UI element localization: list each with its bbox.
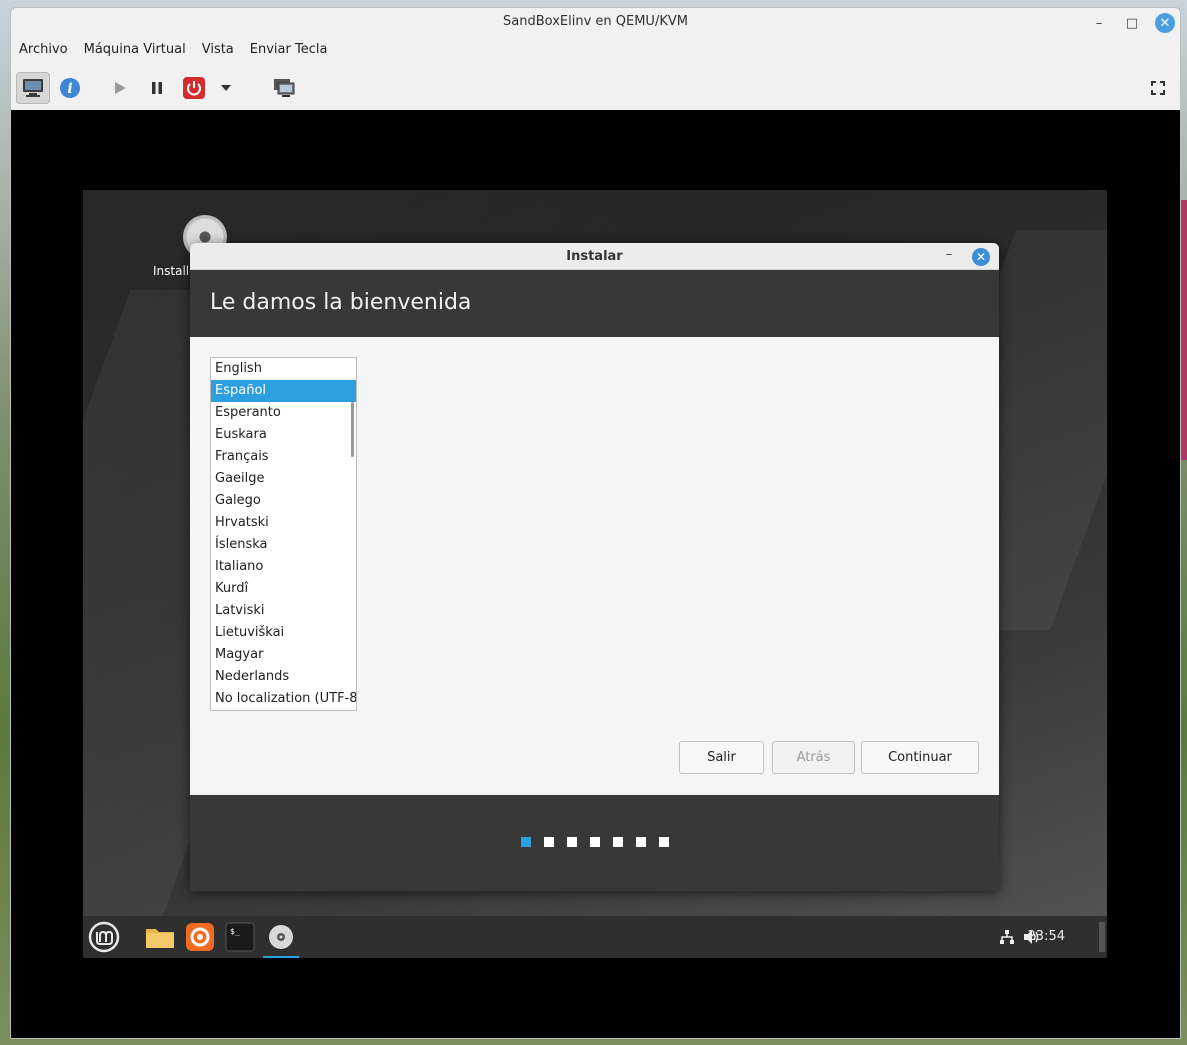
menu-maquina-virtual[interactable]: Máquina Virtual xyxy=(76,39,194,63)
list-item[interactable]: Galego xyxy=(211,490,356,512)
console-icon xyxy=(23,79,43,97)
details-button[interactable]: i xyxy=(53,72,87,104)
step-dot xyxy=(636,837,646,847)
guest-taskbar: $_ 23:54 xyxy=(83,916,1107,958)
pause-button[interactable] xyxy=(140,72,174,104)
window-title: SandBoxElinv en QEMU/KVM xyxy=(503,14,688,29)
step-dot xyxy=(659,837,669,847)
installer-title: Instalar xyxy=(566,249,623,264)
play-icon xyxy=(115,82,126,94)
show-desktop-button[interactable] xyxy=(1099,922,1105,952)
step-dot xyxy=(544,837,554,847)
shutdown-dropdown-button[interactable] xyxy=(215,72,237,104)
step-indicator xyxy=(521,837,669,847)
installer-dialog: Instalar – ✕ Le damos la bienvenida Engl… xyxy=(190,243,999,891)
guest-desktop[interactable]: Install Instalar – ✕ Le damos la bienven… xyxy=(83,190,1107,958)
list-item[interactable]: No localization (UTF-8) xyxy=(211,688,356,710)
menu-enviar-tecla[interactable]: Enviar Tecla xyxy=(242,39,336,63)
list-item[interactable]: Kurdî xyxy=(211,578,356,600)
list-item[interactable]: Italiano xyxy=(211,556,356,578)
step-dot-active xyxy=(521,837,531,847)
terminal-launcher[interactable]: $_ xyxy=(223,920,257,954)
firefox-icon xyxy=(186,923,214,951)
guest-display[interactable]: Install Instalar – ✕ Le damos la bienven… xyxy=(11,110,1180,1038)
list-item[interactable]: Nederlands xyxy=(211,666,356,688)
window-titlebar[interactable]: SandBoxElinv en QEMU/KVM – □ ✕ xyxy=(11,8,1180,38)
console-button[interactable] xyxy=(16,72,50,104)
minimize-icon[interactable]: – xyxy=(1088,12,1110,34)
back-button[interactable]: Atrás xyxy=(772,741,855,774)
list-item[interactable]: Français xyxy=(211,446,356,468)
menubar: Archivo Máquina Virtual Vista Enviar Tec… xyxy=(11,39,1180,63)
folder-icon xyxy=(146,929,174,948)
installer-header: Le damos la bienvenida xyxy=(190,270,999,337)
clock[interactable]: 23:54 xyxy=(1028,929,1065,944)
snapshot-icon xyxy=(274,79,295,97)
list-item[interactable]: Esperanto xyxy=(211,402,356,424)
pause-icon xyxy=(152,82,162,94)
toolbar: i xyxy=(11,68,1180,108)
close-icon[interactable]: ✕ xyxy=(972,248,990,266)
mint-logo-icon xyxy=(88,921,120,953)
list-item[interactable]: Gaeilge xyxy=(211,468,356,490)
installer-footer xyxy=(190,795,999,891)
disc-icon xyxy=(269,925,293,949)
close-icon[interactable]: ✕ xyxy=(1155,13,1175,33)
page-title: Le damos la bienvenida xyxy=(210,290,472,315)
step-dot xyxy=(590,837,600,847)
menu-archivo[interactable]: Archivo xyxy=(11,39,76,63)
fullscreen-button[interactable] xyxy=(1141,72,1175,104)
virt-manager-window: SandBoxElinv en QEMU/KVM – □ ✕ Archivo M… xyxy=(10,7,1181,1039)
run-button[interactable] xyxy=(103,72,137,104)
list-item[interactable]: Lietuviškai xyxy=(211,622,356,644)
maximize-icon[interactable]: □ xyxy=(1121,12,1143,34)
mint-menu-button[interactable] xyxy=(87,920,121,954)
quit-button[interactable]: Salir xyxy=(679,741,764,774)
list-item[interactable]: Euskara xyxy=(211,424,356,446)
menu-vista[interactable]: Vista xyxy=(194,39,242,63)
desktop-icon-label[interactable]: Install xyxy=(153,264,189,278)
step-dot xyxy=(567,837,577,847)
continue-button[interactable]: Continuar xyxy=(861,741,979,774)
list-item[interactable]: Hrvatski xyxy=(211,512,356,534)
list-item[interactable]: English xyxy=(211,358,356,380)
installer-titlebar[interactable]: Instalar – ✕ xyxy=(190,243,999,270)
list-item[interactable]: Magyar xyxy=(211,644,356,666)
shutdown-button[interactable] xyxy=(177,72,211,104)
list-item[interactable]: Íslenska xyxy=(211,534,356,556)
minimize-icon[interactable]: – xyxy=(939,247,959,267)
power-icon xyxy=(183,77,205,99)
fullscreen-icon xyxy=(1151,81,1165,95)
list-scrollbar[interactable] xyxy=(351,402,354,457)
files-launcher[interactable] xyxy=(143,920,177,954)
list-item[interactable]: Latviski xyxy=(211,600,356,622)
network-icon[interactable] xyxy=(999,929,1015,945)
snapshots-button[interactable] xyxy=(267,72,301,104)
installer-taskbar-button[interactable] xyxy=(263,920,299,958)
svg-text:$_: $_ xyxy=(230,927,240,936)
svg-text:i: i xyxy=(67,81,72,97)
info-icon: i xyxy=(60,78,80,98)
firefox-launcher[interactable] xyxy=(183,920,217,954)
language-list[interactable]: English Español Esperanto Euskara França… xyxy=(210,357,357,711)
list-item-selected[interactable]: Español xyxy=(211,380,356,402)
step-dot xyxy=(613,837,623,847)
terminal-icon: $_ xyxy=(225,922,255,952)
dropdown-icon xyxy=(221,85,231,91)
